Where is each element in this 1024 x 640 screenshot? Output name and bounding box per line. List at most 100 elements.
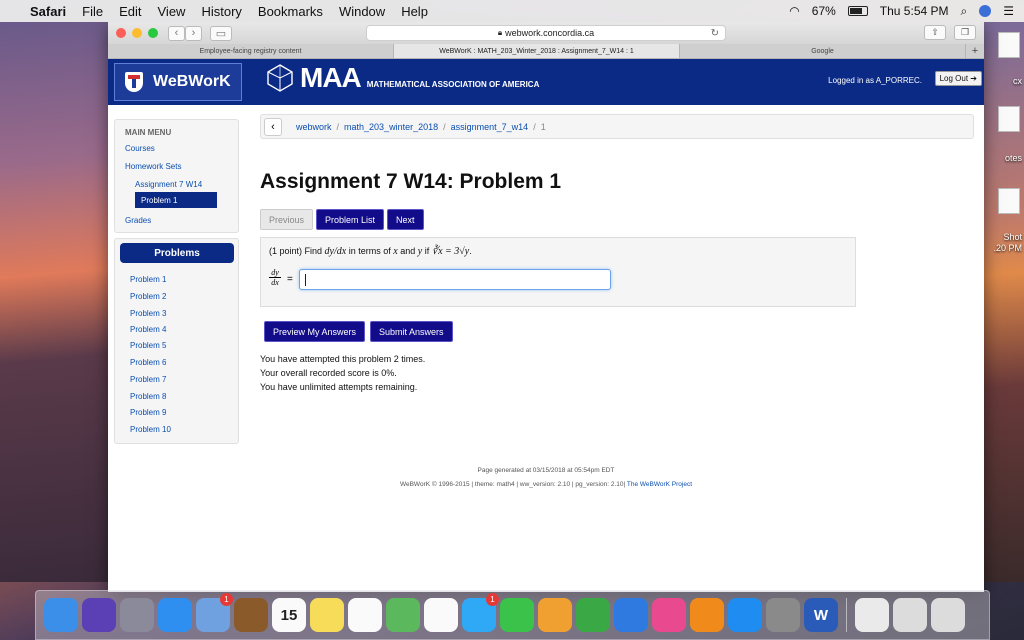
preview-answers-button[interactable]: Preview My Answers (264, 321, 366, 342)
battery-icon[interactable] (847, 6, 868, 16)
safari-icon[interactable] (158, 598, 192, 632)
siri-icon[interactable] (82, 598, 116, 632)
reload-icon[interactable]: ↻ (711, 28, 719, 39)
pages-icon[interactable] (538, 598, 572, 632)
forward-arrow-icon[interactable]: › (185, 25, 202, 41)
sidebar-item-courses[interactable]: Courses (125, 144, 155, 153)
breadcrumb-assignment[interactable]: assignment_7_w14 (451, 122, 529, 132)
calendar-icon[interactable]: 15 (272, 598, 306, 632)
facetime-icon[interactable] (500, 598, 534, 632)
problem-link[interactable]: Problem 6 (130, 358, 166, 367)
maa-polyhedron-icon (267, 64, 293, 92)
finder-icon[interactable] (44, 598, 78, 632)
menu-view[interactable]: View (158, 4, 186, 19)
tab-overview-icon[interactable]: ❐ (954, 25, 976, 40)
notification-badge: 1 (486, 593, 499, 606)
remaining-message: You have unlimited attempts remaining. (260, 382, 418, 392)
desktop-label: Shot (1003, 232, 1022, 242)
sidebar-item-grades[interactable]: Grades (125, 216, 151, 225)
desktop-screenshot-icon[interactable] (998, 188, 1020, 214)
trash-icon[interactable] (931, 598, 965, 632)
address-bar[interactable]: 🔒︎ webwork.concordia.ca ↻ (366, 25, 726, 41)
share-icon[interactable]: ⇧ (924, 25, 946, 40)
wifi-icon[interactable]: ◠ (789, 4, 799, 18)
webwork-logo[interactable]: WeBWorK (114, 63, 242, 101)
minimize-window-button[interactable] (132, 28, 142, 38)
reminders-icon[interactable] (348, 598, 382, 632)
screenshot-stack-icon[interactable] (893, 598, 927, 632)
problem-link[interactable]: Problem 5 (130, 341, 166, 350)
close-window-button[interactable] (116, 28, 126, 38)
breadcrumb-separator: / (533, 121, 536, 132)
problem-link[interactable]: Problem 1 (130, 275, 166, 284)
webpage: WeBWorK MAA MATHEMATICAL ASSOCIATION OF … (108, 59, 984, 592)
submit-answers-button[interactable]: Submit Answers (370, 321, 453, 342)
itunes-icon[interactable] (652, 598, 686, 632)
preview-icon[interactable] (855, 598, 889, 632)
in-terms-text: in terms of (348, 246, 391, 256)
problem-link[interactable]: Problem 4 (130, 325, 166, 334)
menubar-clock[interactable]: Thu 5:54 PM (880, 4, 949, 18)
menu-window[interactable]: Window (339, 4, 385, 19)
sidebar-item-problem-active[interactable]: Problem 1 (135, 192, 217, 208)
tab-employee-registry[interactable]: Employee-facing registry content (108, 44, 394, 58)
footer-generated: Page generated at 03/15/2018 at 05:54pm … (477, 467, 615, 474)
spotlight-search-icon[interactable]: ⌕ (961, 4, 968, 19)
tab-webwork[interactable]: WeBWorK : MATH_203_Winter_2018 : Assignm… (394, 44, 680, 58)
messages-icon[interactable]: 1 (462, 593, 499, 632)
problem-link[interactable]: Problem 10 (130, 425, 171, 434)
word-icon[interactable]: W (804, 598, 838, 632)
menu-file[interactable]: File (82, 4, 103, 19)
problem-link[interactable]: Problem 7 (130, 375, 166, 384)
desktop-file-icon[interactable] (998, 32, 1020, 58)
menu-edit[interactable]: Edit (119, 4, 141, 19)
sidebar-item-assignment[interactable]: Assignment 7 W14 (135, 180, 202, 189)
notebook-icon[interactable] (234, 598, 268, 632)
problem-link[interactable]: Problem 9 (130, 408, 166, 417)
ibooks-icon[interactable] (690, 598, 724, 632)
footer-project-link[interactable]: The WeBWorK Project (627, 481, 692, 488)
var-y: y (417, 246, 423, 257)
mail-icon[interactable]: 1 (196, 593, 233, 632)
sidebar-item-homework-sets[interactable]: Homework Sets (125, 162, 181, 171)
photos-icon[interactable] (424, 598, 458, 632)
numbers-icon[interactable] (576, 598, 610, 632)
problem-link[interactable]: Problem 8 (130, 392, 166, 401)
back-arrow-icon[interactable]: ‹ (168, 25, 185, 41)
notes-icon[interactable] (310, 598, 344, 632)
problem-list-button[interactable]: Problem List (316, 209, 385, 230)
notification-center-icon[interactable]: ☰ (1003, 4, 1014, 18)
maa-subtitle: MATHEMATICAL ASSOCIATION OF AMERICA (366, 80, 540, 89)
new-tab-plus-icon[interactable]: + (966, 44, 984, 58)
derivative-expr: dy/dx (324, 246, 347, 257)
footer-version: WeBWorK © 1996-2015 | theme: math4 | ww_… (108, 481, 984, 488)
tab-google[interactable]: Google (680, 44, 966, 58)
menu-help[interactable]: Help (401, 4, 428, 19)
breadcrumb-course[interactable]: math_203_winter_2018 (344, 122, 438, 132)
menu-bookmarks[interactable]: Bookmarks (258, 4, 323, 19)
launchpad-icon[interactable] (120, 598, 154, 632)
next-button[interactable]: Next (387, 209, 424, 230)
menu-app-name[interactable]: Safari (30, 4, 66, 19)
problem-link[interactable]: Problem 3 (130, 309, 166, 318)
keynote-icon[interactable] (614, 598, 648, 632)
logout-button[interactable]: Log Out ➔ (934, 71, 982, 86)
menu-history[interactable]: History (201, 4, 241, 19)
maps-icon[interactable] (386, 598, 420, 632)
breadcrumb-separator: / (443, 121, 446, 132)
user-avatar-icon[interactable] (979, 5, 992, 17)
maa-logo[interactable]: MAA MATHEMATICAL ASSOCIATION OF AMERICA (266, 64, 539, 92)
answer-input[interactable] (299, 269, 611, 290)
back-chevron-icon[interactable]: ‹ (264, 117, 282, 136)
equals-sign: = (287, 274, 293, 285)
zoom-window-button[interactable] (148, 28, 158, 38)
breadcrumb-webwork[interactable]: webwork (296, 122, 332, 132)
previous-button[interactable]: Previous (260, 209, 314, 230)
battery-percent[interactable]: 67% (812, 4, 836, 18)
problem-link[interactable]: Problem 2 (130, 292, 166, 301)
system-preferences-icon[interactable] (766, 598, 800, 632)
app-store-icon[interactable] (728, 598, 762, 632)
equation-expr: ∛x = 3√y (431, 246, 470, 257)
desktop-file-icon[interactable] (998, 106, 1020, 132)
sidebar-toggle-icon[interactable]: ▭ (210, 25, 232, 41)
